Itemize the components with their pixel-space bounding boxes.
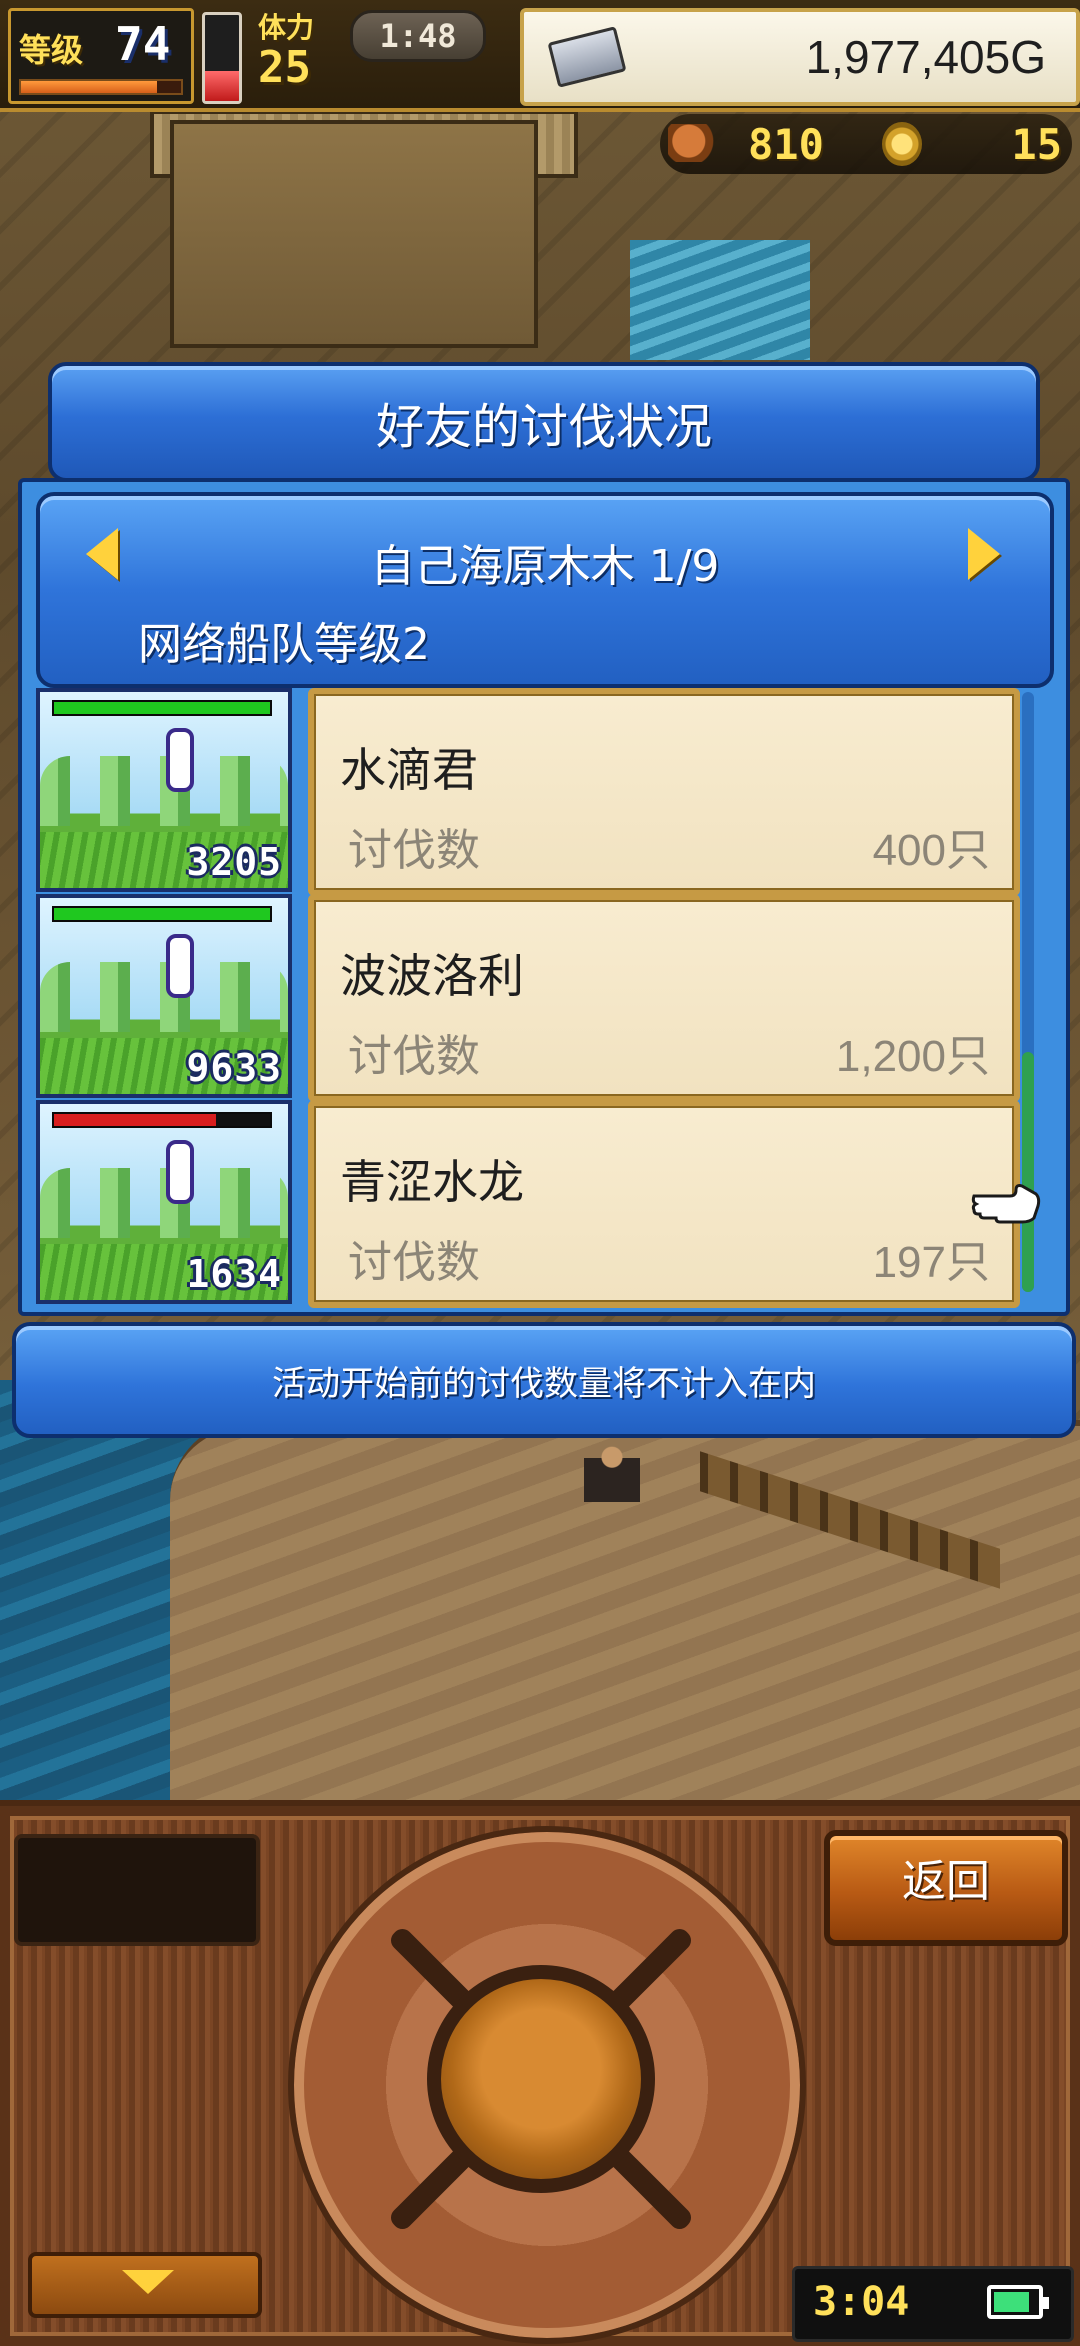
list-item[interactable]: 3205 水滴君 讨伐数 400只 — [36, 686, 1026, 896]
right-arrow-icon[interactable] — [968, 528, 1000, 580]
monster-card[interactable]: 水滴君 讨伐数 400只 — [308, 688, 1020, 896]
monster-name: 青涩水龙 — [340, 1155, 524, 1209]
monster-card[interactable]: 波波洛利 讨伐数 1,200只 — [308, 894, 1020, 1102]
monster-thumbnail[interactable]: 9633 — [36, 894, 292, 1098]
game-clock: 1:48 — [350, 10, 486, 62]
dialog-title: 好友的讨伐状况 — [375, 399, 712, 455]
monster-hp-bar — [52, 700, 272, 716]
friend-header: 自己海原木木 1/9 网络船队等级2 — [36, 492, 1054, 688]
monster-thumbnail[interactable]: 1634 — [36, 1100, 292, 1304]
notice-text: 活动开始前的讨伐数量将不计入在内 — [272, 1363, 816, 1404]
dialog-title-banner: 好友的讨伐状况 — [48, 362, 1040, 482]
kill-count: 1,200只 — [835, 1032, 990, 1081]
top-hud: 等级 74 体力 25 1:48 1,977,405G — [0, 0, 1080, 112]
exclamation-icon — [166, 1140, 194, 1204]
monster-list: 3205 水滴君 讨伐数 400只 9633 波波洛利 讨伐数 1,200只 1… — [36, 686, 1026, 1308]
monster-card[interactable]: 青涩水龙 讨伐数 197只 — [308, 1100, 1020, 1308]
player-character — [584, 1438, 640, 1502]
exclamation-icon — [166, 728, 194, 792]
kill-label: 讨伐数 — [348, 1031, 480, 1082]
back-button[interactable]: 返回 — [824, 1830, 1068, 1946]
monster-id: 3205 — [186, 840, 282, 884]
strength-value: 25 — [258, 42, 311, 93]
battery-tip — [1043, 2297, 1049, 2309]
stamina-fill — [205, 70, 239, 101]
chevron-down-icon — [122, 2270, 174, 2294]
list-item[interactable]: 9633 波波洛利 讨伐数 1,200只 — [36, 892, 1026, 1102]
gold-value: 1,977,405G — [805, 31, 1046, 83]
notice-banner: 活动开始前的讨伐数量将不计入在内 — [12, 1322, 1076, 1438]
controller-panel: 返回 3:04 — [0, 1800, 1080, 2346]
menu-toggle-button[interactable] — [28, 2252, 262, 2318]
list-item[interactable]: 1634 青涩水龙 讨伐数 197只 — [36, 1098, 1026, 1308]
level-exp-fill — [21, 81, 157, 93]
monster-hp-fill — [54, 1114, 216, 1126]
empty-slot — [14, 1834, 260, 1946]
monster-hp-bar — [52, 1112, 272, 1128]
level-value: 74 — [115, 17, 171, 71]
kill-count: 400只 — [872, 826, 990, 875]
monster-id: 1634 — [186, 1252, 282, 1296]
dpad-center-button[interactable] — [427, 1965, 655, 2193]
monster-id: 9633 — [186, 1046, 282, 1090]
stamina-gauge — [202, 12, 242, 104]
level-panel: 等级 74 — [8, 8, 194, 104]
monster-hp-fill — [54, 702, 270, 714]
level-label: 等级 — [19, 31, 84, 69]
house — [170, 120, 538, 348]
friend-hunt-panel: 自己海原木木 1/9 网络船队等级2 3205 水滴君 讨伐数 400只 963… — [18, 478, 1070, 1316]
kill-label: 讨伐数 — [348, 825, 480, 876]
resource-bar: 810 15 — [660, 114, 1072, 174]
gold-panel: 1,977,405G — [520, 8, 1080, 106]
battery-fill — [994, 2292, 1029, 2312]
scrollbar-thumb[interactable] — [1022, 1052, 1034, 1292]
monster-name: 水滴君 — [340, 743, 478, 797]
silver-bar-icon — [547, 26, 627, 88]
waterfall — [630, 240, 810, 360]
thumbnail-trees — [40, 962, 288, 1032]
friend-name: 自己海原木木 1/9 — [370, 541, 720, 592]
battery-icon — [987, 2285, 1049, 2319]
fleet-level: 网络船队等级2 — [138, 619, 430, 670]
kill-label: 讨伐数 — [348, 1237, 480, 1288]
thumbnail-trees — [40, 1168, 288, 1238]
exclamation-icon — [166, 934, 194, 998]
monster-hp-fill — [54, 908, 270, 920]
food-count: 810 — [748, 120, 824, 169]
monster-thumbnail[interactable]: 3205 — [36, 688, 292, 892]
monster-name: 波波洛利 — [340, 949, 524, 1003]
system-time: 3:04 — [813, 2279, 910, 2325]
pointing-hand-icon — [971, 1184, 1041, 1224]
coin-icon — [882, 122, 922, 166]
strength-label: 体力 — [258, 11, 315, 44]
coin-count: 15 — [1011, 120, 1062, 169]
level-exp-bar — [19, 79, 183, 95]
system-status: 3:04 — [792, 2266, 1074, 2342]
thumbnail-trees — [40, 756, 288, 826]
monster-hp-bar — [52, 906, 272, 922]
dpad[interactable] — [288, 1826, 806, 2344]
meat-icon — [668, 124, 720, 162]
kill-count: 197只 — [872, 1238, 990, 1287]
